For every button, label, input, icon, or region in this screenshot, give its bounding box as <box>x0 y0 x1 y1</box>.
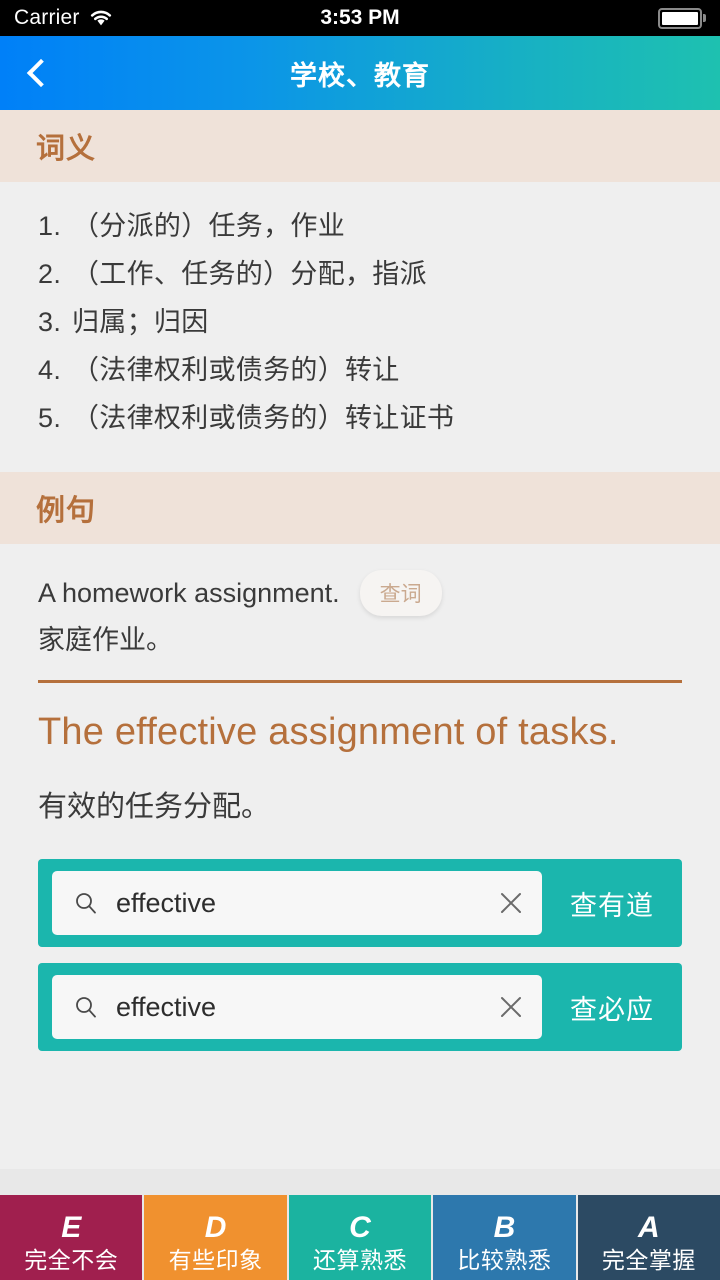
search-icon <box>74 995 98 1019</box>
example-english-text: A homework assignment. <box>38 578 340 608</box>
grade-label: 还算熟悉 <box>313 1247 408 1273</box>
definition-text: （法律权利或债务的）转让 <box>72 355 400 385</box>
section-header-definitions: 词义 <box>0 110 720 182</box>
example-divider <box>38 680 682 683</box>
grade-button-e[interactable]: E 完全不会 <box>0 1195 145 1280</box>
definition-text: （法律权利或债务的）转让证书 <box>72 403 455 433</box>
grade-letter: B <box>493 1211 516 1244</box>
search-button-bing[interactable]: 查必应 <box>542 963 682 1051</box>
list-item: 4. （法律权利或债务的）转让 <box>38 350 682 390</box>
list-item: 1. （分派的）任务，作业 <box>38 206 682 246</box>
list-item: 2. （工作、任务的）分配，指派 <box>38 254 682 294</box>
grade-button-c[interactable]: C 还算熟悉 <box>288 1195 434 1280</box>
search-input-value: effective <box>116 887 217 918</box>
list-item: 3. 归属；归因 <box>38 302 682 342</box>
list-item: 5. （法律权利或债务的）转让证书 <box>38 398 682 438</box>
chevron-left-icon <box>26 58 56 88</box>
close-icon[interactable] <box>498 890 524 916</box>
grade-label: 完全不会 <box>24 1247 119 1273</box>
grade-letter: D <box>204 1211 227 1244</box>
example-chinese-text: 家庭作业。 <box>38 625 173 655</box>
search-button-youdao[interactable]: 查有道 <box>542 859 682 947</box>
definition-number: 5. <box>38 403 62 433</box>
definition-text: （分派的）任务，作业 <box>72 211 345 241</box>
grade-button-b[interactable]: B 比较熟悉 <box>433 1195 578 1280</box>
page-title: 学校、教育 <box>290 60 430 91</box>
grade-button-a[interactable]: A 完全掌握 <box>577 1195 720 1280</box>
example-first-english-row: A homework assignment. 查词 <box>38 570 682 616</box>
section-header-examples-label: 例句 <box>36 495 97 527</box>
search-section: effective 查有道 effective 查必应 <box>0 829 720 1051</box>
nav-bar: 学校、教育 <box>0 36 720 110</box>
definition-list: 1. （分派的）任务，作业 2. （工作、任务的）分配，指派 3. 归属；归因 … <box>0 182 720 472</box>
search-input-value: effective <box>116 991 217 1022</box>
section-header-examples: 例句 <box>0 472 720 544</box>
search-input-youdao[interactable]: effective <box>52 871 542 935</box>
example-highlight-english: The effective assignment of tasks. <box>38 711 619 753</box>
grade-bar: E 完全不会 D 有些印象 C 还算熟悉 B 比较熟悉 A 完全掌握 <box>0 1195 720 1280</box>
definition-number: 1. <box>38 211 62 241</box>
search-row-youdao: effective 查有道 <box>38 859 682 947</box>
grade-button-d[interactable]: D 有些印象 <box>144 1195 289 1280</box>
definition-number: 2. <box>38 259 62 289</box>
close-icon[interactable] <box>498 994 524 1020</box>
status-bar: Carrier 3:53 PM <box>0 0 720 36</box>
grade-label: 比较熟悉 <box>457 1247 552 1273</box>
search-input-bing[interactable]: effective <box>52 975 542 1039</box>
search-row-bing: effective 查必应 <box>38 963 682 1051</box>
grade-label: 完全掌握 <box>601 1247 696 1273</box>
definition-text: （工作、任务的）分配，指派 <box>72 259 427 289</box>
definition-text: 归属；归因 <box>72 307 209 337</box>
search-icon <box>74 891 98 915</box>
grade-letter: E <box>61 1211 82 1244</box>
example-highlight-chinese: 有效的任务分配。 <box>38 791 271 823</box>
back-button[interactable] <box>0 36 76 110</box>
definition-number: 3. <box>38 307 62 337</box>
grades-spacer <box>0 1169 720 1195</box>
grade-letter: A <box>637 1211 660 1244</box>
content-scroll-area[interactable]: 词义 1. （分派的）任务，作业 2. （工作、任务的）分配，指派 3. 归属；… <box>0 110 720 1169</box>
lookup-word-button[interactable]: 查词 <box>359 570 442 616</box>
status-bar-time: 3:53 PM <box>320 6 400 29</box>
definition-number: 4. <box>38 355 62 385</box>
example-list: A homework assignment. 查词 家庭作业。 The effe… <box>0 544 720 829</box>
grade-label: 有些印象 <box>168 1247 263 1273</box>
section-header-definitions-label: 词义 <box>36 133 97 165</box>
grade-letter: C <box>349 1211 371 1244</box>
